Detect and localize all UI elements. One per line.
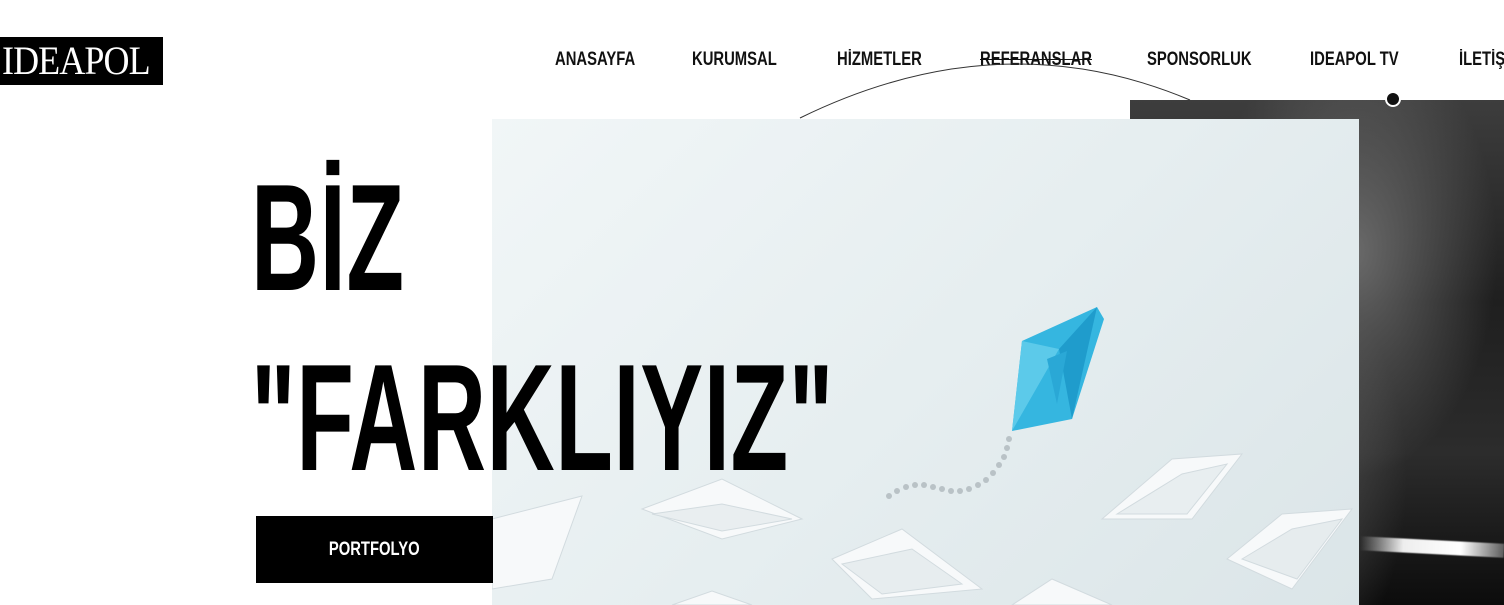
hero-headline-line2: "FARKLIYIZ" [251, 333, 835, 503]
nav-item-kurumsal[interactable]: KURUMSAL [692, 49, 777, 71]
dotted-trail [886, 436, 1012, 499]
blue-paper-boat [1012, 307, 1104, 431]
nav-item-ideapol-tv[interactable]: IDEAPOL TV [1310, 49, 1399, 71]
portfolio-button[interactable]: PORTFOLYO [256, 516, 493, 583]
slider-indicator-dot[interactable] [1385, 91, 1401, 107]
texture-highlight [1359, 536, 1504, 558]
nav-item-anasayfa[interactable]: ANASAYFA [555, 49, 635, 71]
nav-item-referanslar[interactable]: REFERANSLAR [980, 49, 1092, 71]
portfolio-button-label: PORTFOLYO [329, 538, 420, 560]
hero-headline-line1: BİZ [251, 153, 405, 323]
nav-item-iletisim[interactable]: İLETİŞ [1459, 49, 1504, 71]
nav-item-hizmetler[interactable]: HİZMETLER [837, 49, 922, 71]
nav-item-sponsorluk[interactable]: SPONSORLUK [1147, 49, 1252, 71]
main-nav: ANASAYFA KURUMSAL HİZMETLER REFERANSLAR … [0, 49, 1504, 75]
